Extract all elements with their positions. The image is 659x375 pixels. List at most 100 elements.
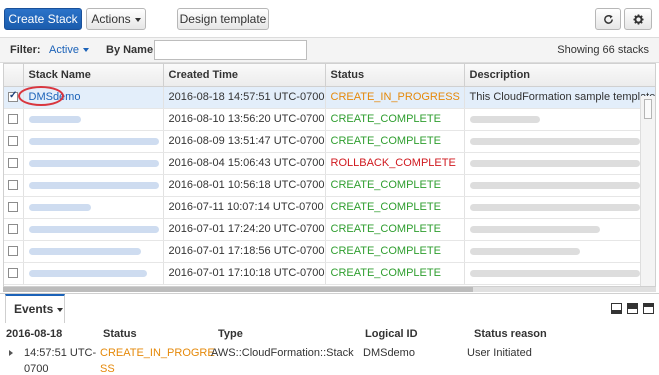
row-checkbox[interactable] — [8, 246, 18, 257]
stack-name-cell — [23, 108, 164, 131]
scrollbar-thumb[interactable] — [644, 99, 652, 119]
redacted-description — [469, 181, 640, 189]
filter-bar: Filter: Active By Name: Showing 66 stack… — [0, 37, 659, 63]
row-select-cell — [4, 218, 24, 241]
events-tab-label: Events — [14, 302, 54, 316]
table-header: Stack Name Created Time Status Descripti… — [4, 64, 655, 87]
created-time-cell: 2016-08-09 13:51:47 UTC-0700 — [163, 130, 326, 153]
status-cell: CREATE_COMPLETE — [325, 108, 465, 131]
events-header-logical-id: Logical ID — [365, 328, 418, 340]
status-cell: CREATE_COMPLETE — [325, 130, 465, 153]
actions-button[interactable]: Actions — [86, 8, 146, 30]
by-name-input[interactable] — [154, 40, 307, 60]
expand-arrow-icon[interactable] — [9, 350, 13, 356]
redacted-stack-name[interactable] — [28, 115, 81, 123]
by-name-label: By Name: — [106, 44, 157, 56]
scrollbar-thumb[interactable] — [3, 287, 473, 292]
description-cell: This CloudFormation sample template C — [464, 86, 655, 109]
filter-dropdown[interactable]: Active — [49, 44, 89, 56]
events-header-reason: Status reason — [474, 328, 547, 340]
filter-label: Filter: — [10, 44, 41, 56]
description-cell — [464, 174, 655, 197]
stack-name-link[interactable]: DMSdemo — [29, 91, 81, 103]
row-checkbox[interactable] — [8, 136, 18, 147]
table-row[interactable]: 2016-08-01 10:56:18 UTC-0700 CREATE_COMP… — [4, 174, 655, 197]
redacted-stack-name[interactable] — [28, 203, 91, 211]
design-template-button[interactable]: Design template — [177, 8, 269, 30]
description-cell — [464, 218, 655, 241]
column-created-time[interactable]: Created Time — [163, 64, 326, 87]
stack-count: Showing 66 stacks — [557, 44, 649, 56]
table-row[interactable]: 2016-07-01 17:10:18 UTC-0700 CREATE_COMP… — [4, 262, 655, 285]
status-cell: CREATE_COMPLETE — [325, 196, 465, 219]
redacted-stack-name[interactable] — [28, 269, 147, 277]
chevron-down-icon — [82, 48, 89, 53]
vertical-scrollbar[interactable] — [640, 96, 655, 286]
created-time-cell: 2016-08-04 15:06:43 UTC-0700 — [163, 152, 326, 175]
stack-name-cell — [23, 240, 164, 263]
redacted-stack-name[interactable] — [28, 137, 159, 145]
column-description[interactable]: Description — [464, 64, 655, 87]
stack-name-cell — [23, 262, 164, 285]
row-checkbox[interactable] — [8, 158, 18, 169]
row-checkbox[interactable] — [8, 90, 18, 103]
row-select-cell — [4, 196, 24, 219]
stack-name-cell — [23, 218, 164, 241]
events-header-type: Type — [218, 328, 243, 340]
event-logical-id: DMSdemo — [363, 347, 415, 359]
table-row[interactable]: 2016-07-11 10:07:14 UTC-0700 CREATE_COMP… — [4, 196, 655, 219]
table-row[interactable]: DMSdemo 2016-08-18 14:57:51 UTC-0700 CRE… — [4, 86, 655, 109]
description-cell — [464, 108, 655, 131]
redacted-description — [469, 225, 600, 233]
description-cell — [464, 240, 655, 263]
event-time-line2: 0700 — [24, 363, 49, 375]
redacted-stack-name[interactable] — [28, 159, 159, 167]
created-time-cell: 2016-08-10 13:56:20 UTC-0700 — [163, 108, 326, 131]
row-select-cell — [4, 174, 24, 197]
row-checkbox[interactable] — [8, 224, 18, 235]
row-select-cell — [4, 152, 24, 175]
redacted-stack-name[interactable] — [28, 181, 159, 189]
row-checkbox[interactable] — [8, 202, 18, 213]
table-row[interactable]: 2016-08-09 13:51:47 UTC-0700 CREATE_COMP… — [4, 130, 655, 153]
horizontal-scrollbar[interactable] — [3, 287, 656, 292]
event-time-line1: 14:57:51 UTC- — [24, 347, 97, 359]
event-status-line2: SS — [100, 363, 115, 375]
event-time: 14:57:51 UTC- 0700 — [24, 345, 96, 375]
layout-top-icon[interactable] — [643, 303, 654, 314]
actions-label: Actions — [91, 12, 131, 26]
status-cell: CREATE_COMPLETE — [325, 218, 465, 241]
row-checkbox[interactable] — [8, 114, 18, 125]
status-cell: ROLLBACK_COMPLETE — [325, 152, 465, 175]
status-cell: CREATE_COMPLETE — [325, 174, 465, 197]
event-status: CREATE_IN_PROGRE SS — [100, 345, 215, 375]
description-cell — [464, 196, 655, 219]
settings-button[interactable] — [624, 8, 652, 30]
table-row[interactable]: 2016-08-04 15:06:43 UTC-0700 ROLLBACK_CO… — [4, 152, 655, 175]
table-row[interactable]: 2016-07-01 17:18:56 UTC-0700 CREATE_COMP… — [4, 240, 655, 263]
status-cell: CREATE_COMPLETE — [325, 262, 465, 285]
row-checkbox[interactable] — [8, 180, 18, 191]
column-stack-name[interactable]: Stack Name — [23, 64, 164, 87]
create-stack-button[interactable]: Create Stack — [4, 8, 82, 30]
tab-events[interactable]: Events — [5, 294, 65, 323]
event-status-line1: CREATE_IN_PROGRE — [100, 347, 215, 359]
redacted-stack-name[interactable] — [28, 225, 159, 233]
description-cell — [464, 262, 655, 285]
row-select-cell — [4, 130, 24, 153]
row-checkbox[interactable] — [8, 268, 18, 279]
table-row[interactable]: 2016-07-01 17:24:20 UTC-0700 CREATE_COMP… — [4, 218, 655, 241]
redacted-description — [469, 159, 640, 167]
row-select-cell — [4, 86, 24, 109]
stacks-table: Stack Name Created Time Status Descripti… — [3, 63, 656, 287]
table-row[interactable]: 2016-08-10 13:56:20 UTC-0700 CREATE_COMP… — [4, 108, 655, 131]
redacted-description — [469, 269, 640, 277]
layout-half-icon[interactable] — [627, 303, 638, 314]
refresh-button[interactable] — [595, 8, 621, 30]
events-panel-header: Events — [0, 293, 659, 323]
redacted-description — [469, 247, 580, 255]
redacted-stack-name[interactable] — [28, 247, 141, 255]
column-status[interactable]: Status — [325, 64, 465, 87]
layout-bottom-icon[interactable] — [611, 303, 622, 314]
status-cell: CREATE_IN_PROGRESS — [325, 86, 465, 109]
